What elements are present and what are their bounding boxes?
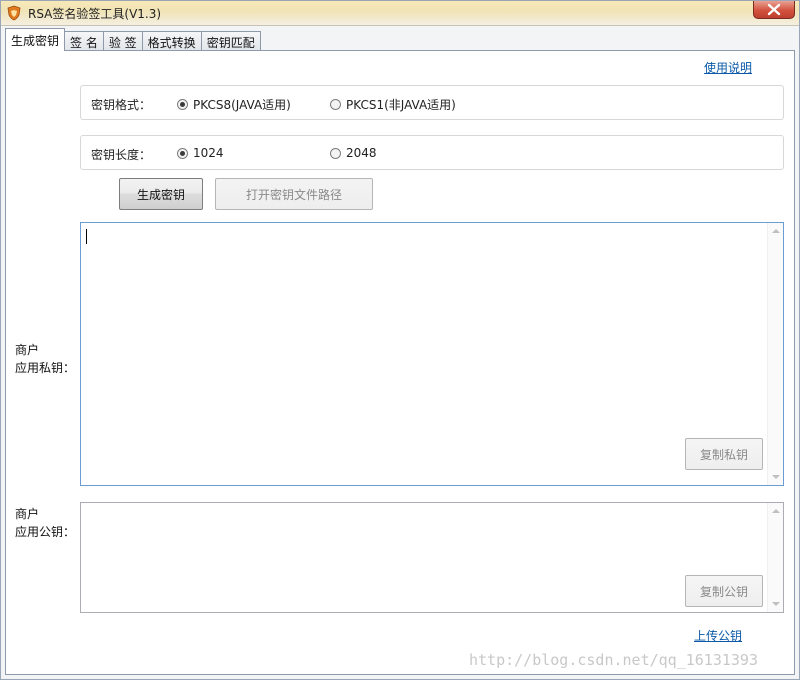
private-key-label: 商户 应用私钥：: [15, 341, 75, 377]
public-key-label-line1: 商户: [15, 507, 40, 521]
scroll-up-icon[interactable]: [772, 229, 780, 233]
shield-icon: [7, 5, 21, 21]
copy-public-key-button[interactable]: 复制公钥: [685, 575, 763, 607]
copy-private-key-button[interactable]: 复制私钥: [685, 438, 763, 470]
key-format-group: 密钥格式： PKCS8(JAVA适用) PKCS1(非JAVA适用): [80, 85, 784, 120]
tab-key-match[interactable]: 密钥匹配: [200, 31, 261, 51]
tab-verify[interactable]: 验 签: [102, 31, 143, 51]
generate-key-button[interactable]: 生成密钥: [119, 178, 203, 210]
scroll-up-icon[interactable]: [772, 509, 780, 513]
radio-unchecked-icon: [330, 147, 341, 159]
scroll-down-icon[interactable]: [772, 475, 780, 479]
tab-generate-key[interactable]: 生成密钥: [5, 28, 66, 51]
public-key-label: 商户 应用公钥：: [15, 505, 75, 541]
close-icon: [767, 3, 781, 16]
app-window: RSA签名验签工具(V1.3) 生成密钥 签 名 验 签 格式转换 密钥匹配 使…: [0, 0, 800, 680]
private-key-label-line1: 商户: [15, 343, 40, 357]
key-length-label: 密钥长度：: [91, 148, 152, 162]
public-key-scrollbar[interactable]: [767, 503, 783, 612]
help-link[interactable]: 使用说明: [704, 59, 752, 76]
private-key-textarea[interactable]: 复制私钥: [80, 222, 784, 486]
close-button[interactable]: [753, 1, 795, 19]
upload-public-key-link[interactable]: 上传公钥: [694, 627, 742, 644]
radio-pkcs1-label: PKCS1(非JAVA适用): [346, 98, 456, 112]
key-length-group: 密钥长度： 1024 2048: [80, 135, 784, 170]
private-key-label-line2: 应用私钥：: [15, 361, 76, 375]
private-key-scrollbar[interactable]: [767, 223, 783, 485]
public-key-textarea[interactable]: 复制公钥: [80, 502, 784, 613]
radio-2048-label: 2048: [346, 146, 377, 160]
text-caret: [86, 229, 87, 244]
radio-pkcs1[interactable]: PKCS1(非JAVA适用): [330, 96, 456, 113]
tab-sign[interactable]: 签 名: [64, 31, 104, 51]
radio-pkcs8-label: PKCS8(JAVA适用): [193, 98, 291, 112]
radio-checked-icon: [177, 147, 188, 159]
radio-1024[interactable]: 1024: [177, 146, 224, 160]
window-title: RSA签名验签工具(V1.3): [28, 7, 162, 21]
radio-unchecked-icon: [330, 99, 341, 110]
tab-strip: 生成密钥 签 名 验 签 格式转换 密钥匹配: [5, 28, 261, 51]
public-key-label-line2: 应用公钥：: [15, 525, 76, 539]
title-bar[interactable]: RSA签名验签工具(V1.3): [1, 1, 799, 26]
radio-checked-icon: [177, 99, 188, 110]
radio-2048[interactable]: 2048: [330, 146, 377, 160]
scroll-down-icon[interactable]: [772, 602, 780, 606]
tab-format-convert[interactable]: 格式转换: [141, 31, 202, 51]
radio-1024-label: 1024: [193, 146, 224, 160]
radio-pkcs8[interactable]: PKCS8(JAVA适用): [177, 96, 291, 113]
key-format-label: 密钥格式：: [91, 98, 152, 112]
watermark-text: http://blog.csdn.net/qq_16131393: [469, 651, 758, 669]
open-key-path-button[interactable]: 打开密钥文件路径: [215, 178, 373, 210]
